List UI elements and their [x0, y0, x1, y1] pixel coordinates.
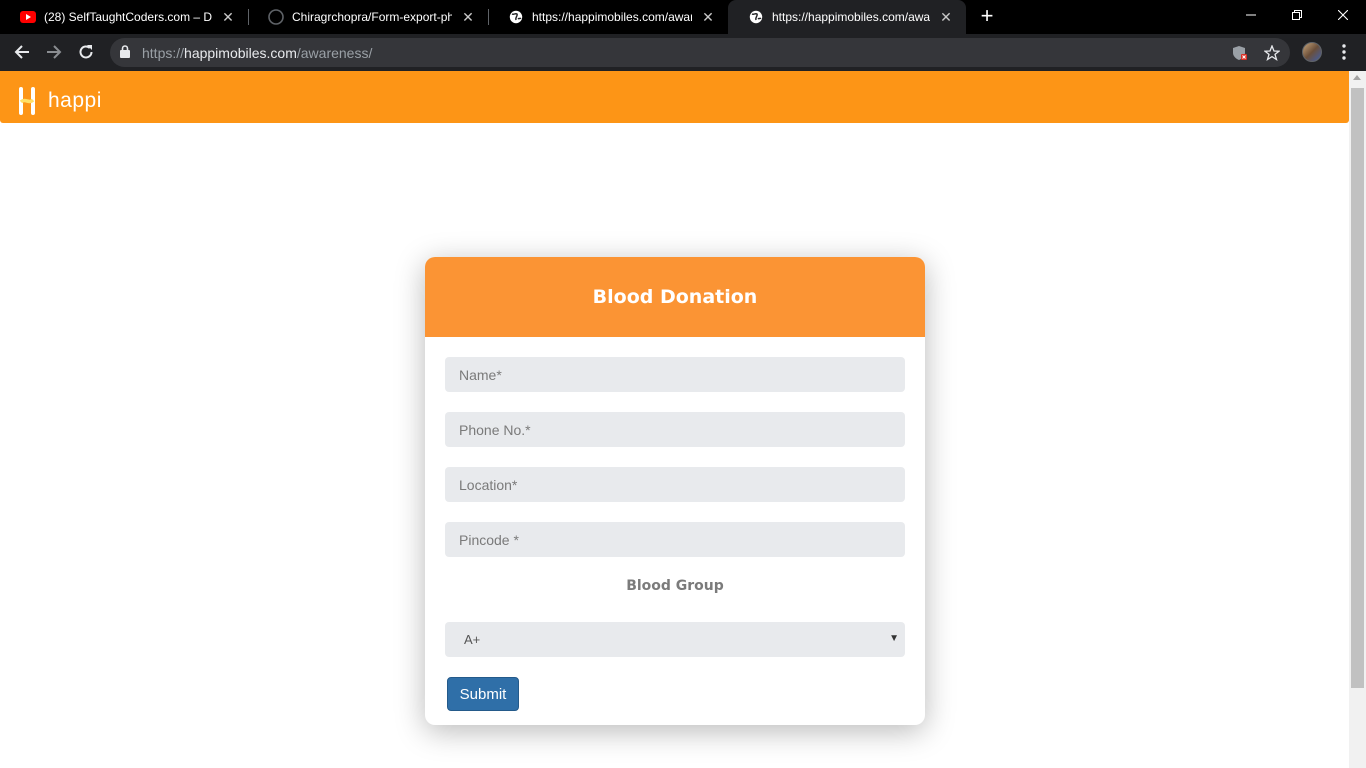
- scrollbar-thumb[interactable]: [1351, 88, 1364, 688]
- blood-donation-form-card: Blood Donation Blood Group A+ ▼ Submit: [425, 257, 925, 725]
- minimize-button[interactable]: [1228, 0, 1274, 30]
- url-text: https://happimobiles.com/awareness/: [142, 45, 372, 61]
- tab-happi-1[interactable]: https://happimobiles.com/aware ✕: [488, 0, 728, 34]
- back-button[interactable]: [10, 40, 34, 64]
- scroll-up-arrow-icon[interactable]: [1353, 75, 1361, 80]
- page-scrollbar[interactable]: [1349, 71, 1366, 768]
- tab-title: https://happimobiles.com/aware: [772, 10, 930, 24]
- phone-input[interactable]: [445, 412, 905, 447]
- reload-icon: [79, 45, 93, 59]
- close-icon: [1338, 10, 1348, 20]
- form-header: Blood Donation: [425, 257, 925, 337]
- close-tab-icon[interactable]: ✕: [220, 9, 236, 25]
- minimize-icon: [1246, 14, 1256, 16]
- close-tab-icon[interactable]: ✕: [460, 9, 476, 25]
- tab-title: (28) SelfTaughtCoders.com – Dep: [44, 10, 212, 24]
- profile-avatar[interactable]: [1302, 42, 1322, 62]
- globe-icon: [748, 9, 764, 25]
- page-viewport: happi Blood Donation Blood Group A+ ▼ Su…: [0, 71, 1366, 768]
- tab-strip: (28) SelfTaughtCoders.com – Dep ✕ Chirag…: [0, 0, 1366, 34]
- close-tab-icon[interactable]: ✕: [938, 9, 954, 25]
- tab-github[interactable]: Chiragrchopra/Form-export-php ✕: [248, 0, 488, 34]
- back-arrow-icon: [14, 45, 29, 59]
- tab-youtube[interactable]: (28) SelfTaughtCoders.com – Dep ✕: [0, 0, 248, 34]
- blood-group-label: Blood Group: [626, 578, 724, 594]
- blood-group-select[interactable]: A+ ▼: [445, 622, 905, 657]
- close-tab-icon[interactable]: ✕: [700, 9, 716, 25]
- lock-icon: [120, 45, 130, 63]
- restore-button[interactable]: [1274, 0, 1320, 30]
- shield-blocked-icon[interactable]: [1230, 43, 1250, 63]
- forward-button[interactable]: [42, 40, 66, 64]
- logo-text: happi: [48, 89, 102, 112]
- close-window-button[interactable]: [1320, 0, 1366, 30]
- pincode-input[interactable]: [445, 522, 905, 557]
- browser-menu-button[interactable]: [1336, 40, 1352, 64]
- forward-arrow-icon: [47, 45, 62, 59]
- address-bar[interactable]: https://happimobiles.com/awareness/: [110, 38, 1290, 67]
- form-title: Blood Donation: [592, 286, 758, 308]
- github-icon: [268, 9, 284, 25]
- url-host: happimobiles.com: [184, 45, 297, 61]
- dropdown-caret-icon: ▼: [889, 633, 899, 644]
- submit-button[interactable]: Submit: [447, 677, 519, 711]
- tab-title: Chiragrchopra/Form-export-php: [292, 10, 452, 24]
- blood-group-value: A+: [464, 632, 481, 647]
- bookmark-star-icon[interactable]: [1262, 43, 1282, 63]
- youtube-icon: [20, 9, 36, 25]
- tab-title: https://happimobiles.com/aware: [532, 10, 692, 24]
- restore-icon: [1292, 10, 1302, 20]
- browser-toolbar: https://happimobiles.com/awareness/: [0, 34, 1366, 71]
- more-vert-icon: [1342, 44, 1346, 60]
- happi-logo-icon: [19, 87, 35, 115]
- globe-icon: [508, 9, 524, 25]
- name-input[interactable]: [445, 357, 905, 392]
- url-path: /awareness/: [296, 45, 373, 61]
- url-scheme: https://: [142, 45, 185, 61]
- reload-button[interactable]: [74, 40, 98, 64]
- site-logo[interactable]: happi: [18, 87, 102, 115]
- location-input[interactable]: [445, 467, 905, 502]
- site-header: happi: [0, 71, 1349, 123]
- new-tab-button[interactable]: +: [976, 5, 998, 27]
- tab-happi-active[interactable]: https://happimobiles.com/aware ✕: [728, 0, 966, 34]
